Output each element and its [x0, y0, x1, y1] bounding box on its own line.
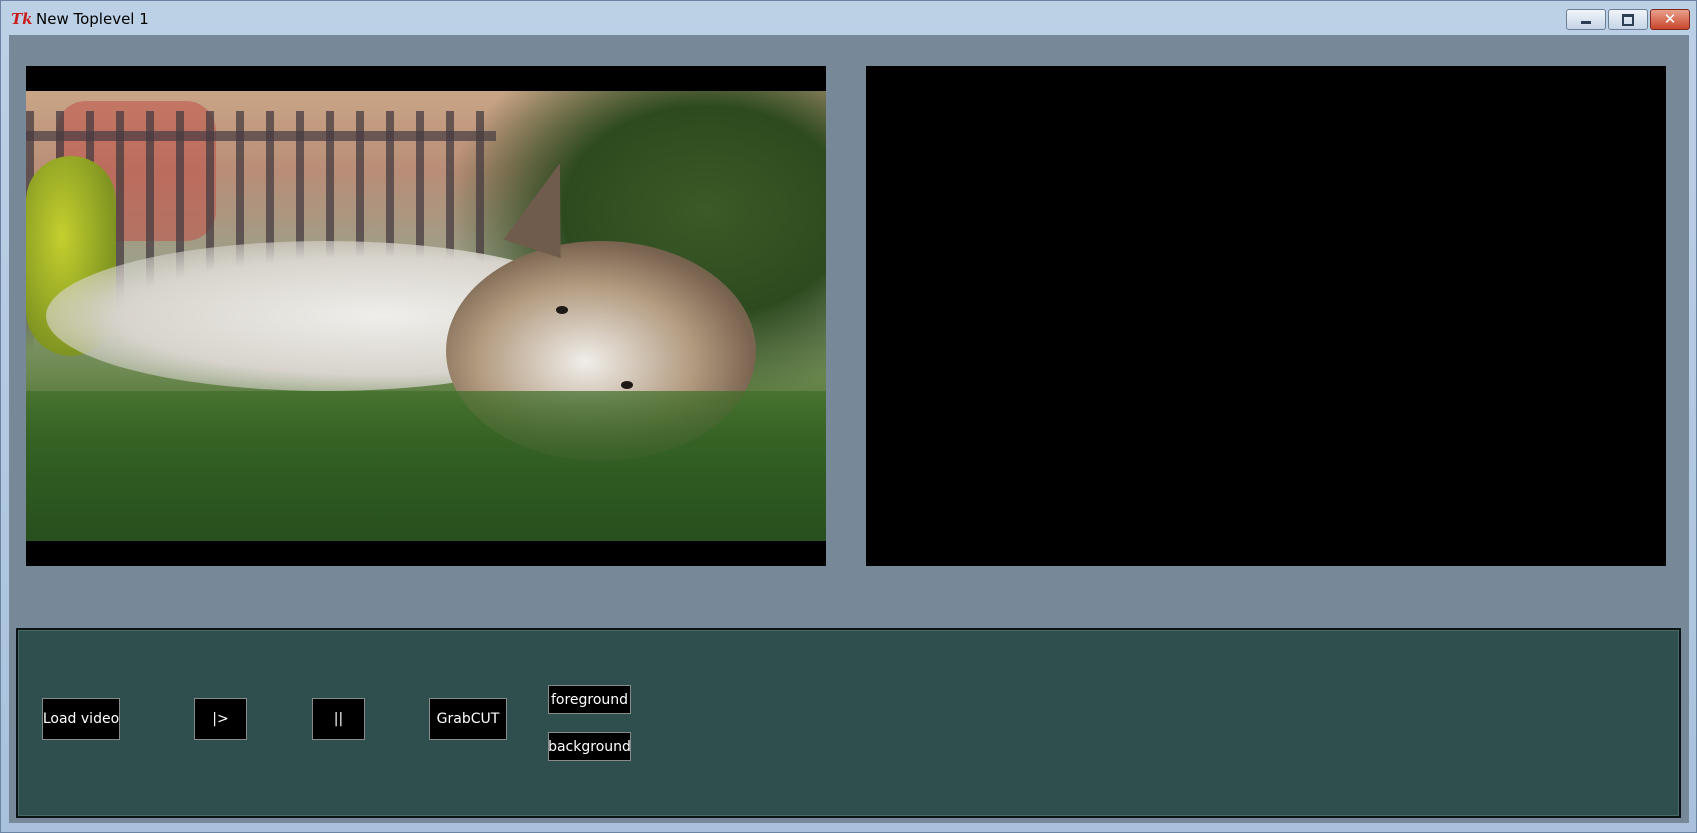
window-title: New Toplevel 1 — [36, 10, 149, 28]
control-panel: Load video |> || GrabCUT foreground back… — [16, 628, 1681, 818]
foreground-button[interactable]: foreground — [548, 685, 631, 714]
close-icon: ✕ — [1663, 10, 1677, 28]
minimize-icon — [1581, 21, 1591, 24]
maximize-button[interactable] — [1608, 9, 1648, 30]
grabcut-button[interactable]: GrabCUT — [429, 698, 507, 740]
close-button[interactable]: ✕ — [1650, 9, 1690, 30]
minimize-button[interactable] — [1566, 9, 1606, 30]
background-button[interactable]: background — [548, 732, 631, 761]
output-video-canvas[interactable] — [866, 66, 1666, 566]
title-bar[interactable]: Tk New Toplevel 1 ✕ — [1, 1, 1697, 35]
video-frame-image — [26, 91, 826, 541]
client-area: Load video |> || GrabCUT foreground back… — [9, 35, 1689, 823]
app-window: Tk New Toplevel 1 ✕ Load video |> || Gra… — [0, 0, 1697, 833]
maximize-icon — [1622, 13, 1634, 26]
play-button[interactable]: |> — [194, 698, 247, 740]
tk-feather-icon: Tk — [11, 10, 33, 28]
pause-button[interactable]: || — [312, 698, 365, 740]
source-video-canvas[interactable] — [26, 66, 826, 566]
load-video-button[interactable]: Load video — [42, 698, 120, 740]
